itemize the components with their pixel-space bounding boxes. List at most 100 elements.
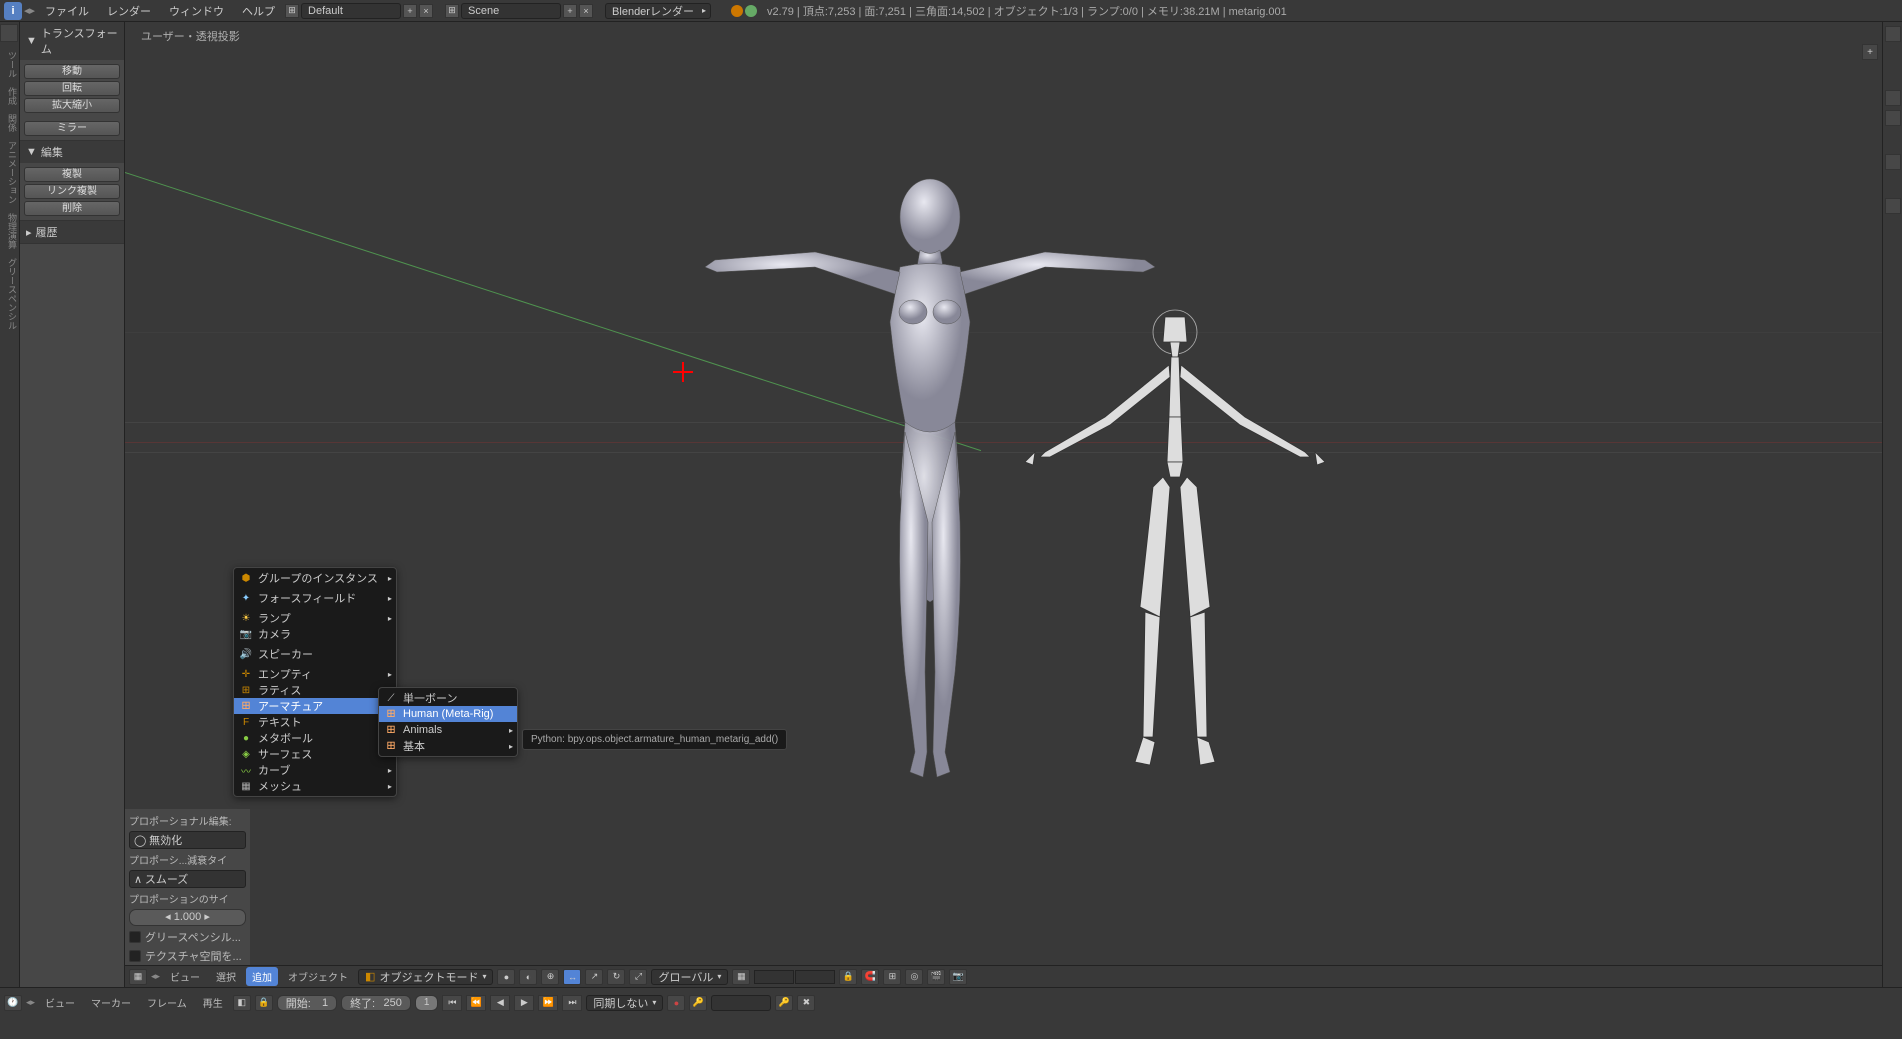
snap-type-icon[interactable]: ⊞ bbox=[883, 969, 901, 985]
add-speaker[interactable]: 🔊スピーカー bbox=[234, 646, 396, 662]
mode-select[interactable]: ◧オブジェクトモード▾ bbox=[358, 969, 493, 985]
next-key-icon[interactable]: ⏩ bbox=[538, 995, 558, 1011]
add-human-metarig[interactable]: 𐌎Human (Meta-Rig) bbox=[379, 706, 517, 722]
falloff-select[interactable]: ∧ スムーズ bbox=[129, 870, 246, 888]
properties-icon[interactable] bbox=[1885, 198, 1901, 214]
scale-button[interactable]: 拡大縮小 bbox=[24, 98, 120, 113]
proportional-select[interactable]: ◯ 無効化 bbox=[129, 831, 246, 849]
add-text[interactable]: Fテキスト bbox=[234, 714, 396, 730]
tab-label-create[interactable]: 作成 bbox=[0, 87, 19, 105]
tl-marker[interactable]: マーカー bbox=[85, 993, 137, 1012]
manipulator-s-icon[interactable]: ⤢ bbox=[629, 969, 647, 985]
orientation-select[interactable]: グローバル▾ bbox=[651, 969, 728, 985]
expand-icon[interactable]: ◂▸ bbox=[24, 4, 35, 17]
tab-label-gp[interactable]: グリースペンシル bbox=[0, 258, 19, 330]
menu-window[interactable]: ウィンドウ bbox=[161, 1, 232, 21]
link-duplicate-button[interactable]: リンク複製 bbox=[24, 184, 120, 199]
add-armature[interactable]: 𐌎アーマチュア▸ bbox=[234, 698, 396, 714]
menu-render[interactable]: レンダー bbox=[99, 1, 159, 21]
layer-buttons[interactable] bbox=[754, 970, 835, 984]
add-surface[interactable]: ◈サーフェス▸ bbox=[234, 746, 396, 762]
add-camera[interactable]: 📷カメラ bbox=[234, 626, 396, 642]
tex-checkbox[interactable] bbox=[129, 950, 141, 962]
shading-menu-icon[interactable]: ◐ bbox=[519, 969, 537, 985]
expand-icon[interactable]: ◂▸ bbox=[151, 971, 160, 982]
render-engine-select[interactable]: Blenderレンダー bbox=[605, 3, 711, 19]
vh-object[interactable]: オブジェクト bbox=[282, 967, 354, 986]
render-preview-icon[interactable]: 🎬 bbox=[927, 969, 945, 985]
tl-view[interactable]: ビュー bbox=[39, 993, 81, 1012]
tool-tab[interactable] bbox=[0, 24, 18, 42]
layers-icon[interactable]: ▦ bbox=[732, 969, 750, 985]
3d-viewport[interactable]: ユーザー・透視投影 bbox=[125, 22, 1882, 987]
start-frame-input[interactable]: 開始: 1 bbox=[277, 995, 337, 1011]
current-frame-input[interactable]: 1 bbox=[415, 995, 439, 1011]
tab-label-physics[interactable]: 物理演算 bbox=[0, 213, 19, 249]
layout-add-icon[interactable]: + bbox=[403, 4, 417, 18]
region-toggle-icon[interactable]: + bbox=[1862, 44, 1878, 60]
scene-browse-icon[interactable]: ⊞ bbox=[445, 4, 459, 18]
add-mesh[interactable]: ▦メッシュ▸ bbox=[234, 778, 396, 794]
keying-set-field[interactable] bbox=[711, 995, 771, 1011]
vh-add[interactable]: 追加 bbox=[246, 967, 278, 986]
prev-key-icon[interactable]: ⏪ bbox=[466, 995, 486, 1011]
layout-field[interactable]: Default bbox=[301, 3, 401, 19]
manipulator-icon[interactable]: ↔ bbox=[563, 969, 581, 985]
keying-set-icon[interactable]: 🔑 bbox=[689, 995, 707, 1011]
move-button[interactable]: 移動 bbox=[24, 64, 120, 79]
add-basic[interactable]: 𐌎基本▸ bbox=[379, 738, 517, 754]
key-delete-icon[interactable]: ✖ bbox=[797, 995, 815, 1011]
size-input[interactable]: ◂ 1.000 ▸ bbox=[129, 909, 246, 926]
delete-button[interactable]: 削除 bbox=[24, 201, 120, 216]
rotate-button[interactable]: 回転 bbox=[24, 81, 120, 96]
scene-field[interactable]: Scene bbox=[461, 3, 561, 19]
add-metaball[interactable]: ●メタボール▸ bbox=[234, 730, 396, 746]
timeline-editor-icon[interactable]: 🕐 bbox=[4, 995, 22, 1011]
transform-tool-icon[interactable] bbox=[1885, 154, 1901, 170]
tl-play[interactable]: 再生 bbox=[197, 993, 229, 1012]
info-icon[interactable]: i bbox=[4, 2, 22, 20]
editor-type-icon[interactable]: ▦ bbox=[129, 969, 147, 985]
transform-header[interactable]: ▼トランスフォーム bbox=[20, 22, 124, 60]
outliner-icon[interactable] bbox=[1885, 26, 1901, 42]
expand-icon[interactable]: ◂▸ bbox=[26, 997, 35, 1008]
cursor-tool-icon[interactable] bbox=[1885, 90, 1901, 106]
tab-label-relations[interactable]: 関係 bbox=[0, 114, 19, 132]
gp-checkbox[interactable] bbox=[129, 931, 141, 943]
add-animals[interactable]: 𐌎Animals▸ bbox=[379, 722, 517, 738]
jump-start-icon[interactable]: ⏮ bbox=[442, 995, 462, 1011]
add-force-field[interactable]: ✦フォースフィールド▸ bbox=[234, 590, 396, 606]
add-lattice[interactable]: ⊞ラティス bbox=[234, 682, 396, 698]
play-rev-icon[interactable]: ◀ bbox=[490, 995, 510, 1011]
tl-frame[interactable]: フレーム bbox=[141, 993, 193, 1012]
pivot-icon[interactable]: ⊕ bbox=[541, 969, 559, 985]
play-fwd-icon[interactable]: ▶ bbox=[514, 995, 534, 1011]
snap-target-icon[interactable]: ◎ bbox=[905, 969, 923, 985]
add-empty[interactable]: ✛エンプティ▸ bbox=[234, 666, 396, 682]
key-insert-icon[interactable]: 🔑 bbox=[775, 995, 793, 1011]
history-header[interactable]: ▸履歴 bbox=[20, 221, 124, 243]
add-group-instance[interactable]: ⬢グループのインスタンス▸ bbox=[234, 570, 396, 586]
manipulator-t-icon[interactable]: ↗ bbox=[585, 969, 603, 985]
select-tool-icon[interactable] bbox=[1885, 110, 1901, 126]
tab-label-tools[interactable]: ツール bbox=[0, 51, 19, 78]
tl-range-icon[interactable]: ◧ bbox=[233, 995, 251, 1011]
mirror-button[interactable]: ミラー bbox=[24, 121, 120, 136]
edit-header[interactable]: ▼編集 bbox=[20, 141, 124, 163]
menu-help[interactable]: ヘルプ bbox=[234, 1, 283, 21]
armature-rig[interactable] bbox=[1005, 297, 1345, 777]
render-anim-icon[interactable]: 📷 bbox=[949, 969, 967, 985]
vh-view[interactable]: ビュー bbox=[164, 967, 206, 986]
add-lamp[interactable]: ☀ランプ▸ bbox=[234, 610, 396, 626]
manipulator-r-icon[interactable]: ↻ bbox=[607, 969, 625, 985]
tl-lock-icon[interactable]: 🔒 bbox=[255, 995, 273, 1011]
snap-icon[interactable]: 🧲 bbox=[861, 969, 879, 985]
jump-end-icon[interactable]: ⏭ bbox=[562, 995, 582, 1011]
tab-label-anim[interactable]: アニメーション bbox=[0, 141, 19, 204]
scene-del-icon[interactable]: × bbox=[579, 4, 593, 18]
menu-file[interactable]: ファイル bbox=[37, 1, 97, 21]
lock-icon[interactable]: 🔒 bbox=[839, 969, 857, 985]
layout-del-icon[interactable]: × bbox=[419, 4, 433, 18]
add-single-bone[interactable]: ⟋単一ボーン bbox=[379, 690, 517, 706]
add-curve[interactable]: 〰カーブ▸ bbox=[234, 762, 396, 778]
